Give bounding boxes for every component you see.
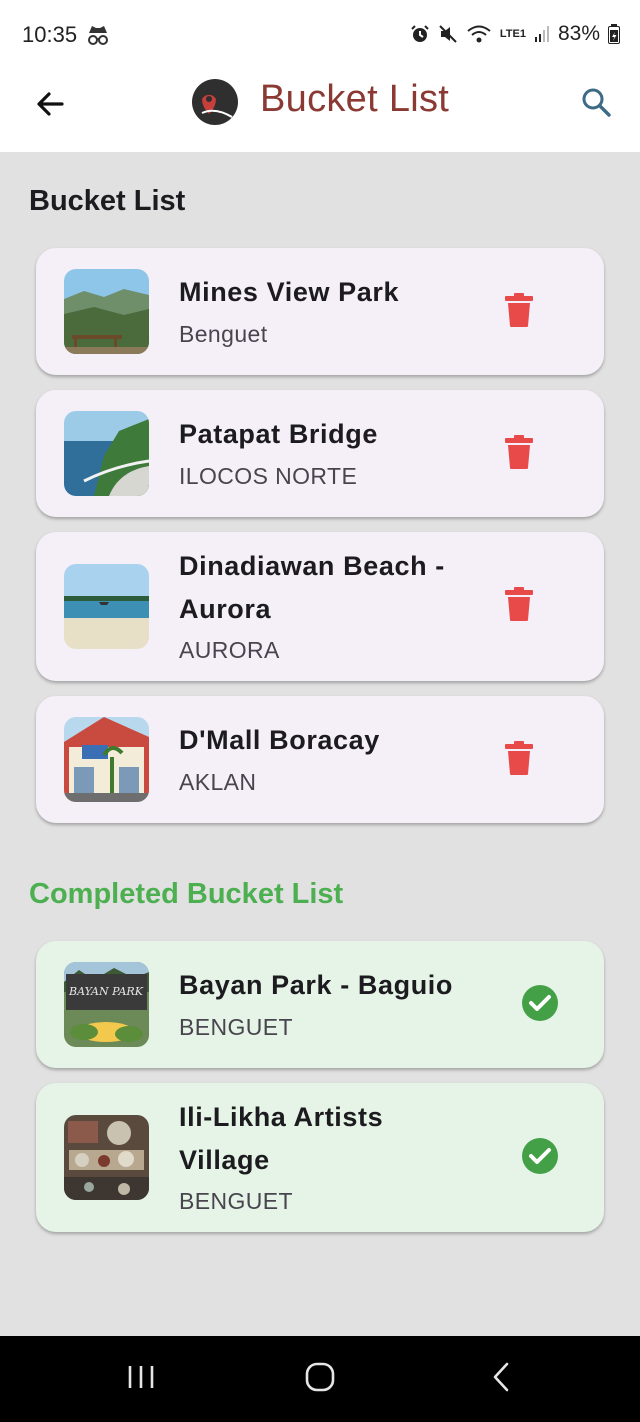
- bucket-item-card[interactable]: D'Mall Boracay AKLAN: [36, 696, 604, 823]
- search-button[interactable]: [574, 82, 618, 126]
- home-button[interactable]: [297, 1356, 343, 1402]
- place-province: Benguet: [179, 321, 268, 347]
- completed-check: [520, 1137, 560, 1180]
- place-province: ILOCOS NORTE: [179, 463, 358, 489]
- delete-button[interactable]: [499, 740, 539, 780]
- system-back-button[interactable]: [478, 1356, 524, 1402]
- trash-icon: [504, 434, 534, 475]
- coastal-bridge-thumbnail: [64, 411, 149, 496]
- status-bar: 10:35 LTE1 83%: [0, 0, 640, 66]
- place-province: BENGUET: [179, 1188, 293, 1214]
- place-name: D'Mall Boracay: [179, 725, 380, 755]
- wifi-icon: [466, 24, 492, 44]
- mountain-view-thumbnail: [64, 269, 149, 354]
- app-title: Bucket List: [260, 78, 450, 120]
- beach-thumbnail: [64, 564, 149, 649]
- delete-button[interactable]: [499, 586, 539, 626]
- trash-icon: [504, 292, 534, 333]
- bucket-item-card[interactable]: Patapat Bridge ILOCOS NORTE: [36, 390, 604, 517]
- alarm-icon: [410, 24, 430, 44]
- place-name: Mines View Park: [179, 277, 400, 307]
- trash-icon: [504, 740, 534, 781]
- completed-check: [520, 984, 560, 1027]
- park-sign-thumbnail: BAYAN PARK: [64, 962, 149, 1047]
- mall-thumbnail: [64, 717, 149, 802]
- bucket-item-card[interactable]: Dinadiawan Beach - Aurora AURORA: [36, 532, 604, 681]
- delete-button[interactable]: [499, 292, 539, 332]
- trash-icon: [504, 586, 534, 627]
- app-bar: Bucket List: [0, 66, 640, 152]
- recents-icon: [126, 1364, 156, 1395]
- place-name: Patapat Bridge: [179, 419, 378, 449]
- place-name: Dinadiawan Beach - Aurora: [179, 551, 445, 624]
- incognito-icon: [86, 24, 110, 51]
- place-name: Bayan Park - Baguio: [179, 970, 453, 1000]
- chevron-left-icon: [491, 1362, 511, 1397]
- completed-item-card[interactable]: BAYAN PARK Bayan Park - Baguio BENGUET: [36, 941, 604, 1068]
- bucket-item-card[interactable]: Mines View Park Benguet: [36, 248, 604, 375]
- signal-icon: [534, 25, 550, 43]
- park-sign-text: BAYAN PARK: [68, 985, 144, 998]
- check-circle-icon: [521, 984, 559, 1027]
- network-label: LTE1: [499, 27, 526, 40]
- completed-item-card[interactable]: Ili-Likha Artists Village BENGUET: [36, 1083, 604, 1232]
- bucket-list-heading: Bucket List: [29, 185, 186, 217]
- recent-apps-button[interactable]: [118, 1356, 164, 1402]
- search-icon: [580, 86, 612, 123]
- check-circle-icon: [521, 1137, 559, 1180]
- place-province: AKLAN: [179, 769, 257, 795]
- system-nav-bar: [0, 1336, 640, 1422]
- arrow-left-icon: [34, 88, 66, 125]
- battery-icon: [608, 24, 620, 44]
- app-logo-icon: [192, 79, 238, 125]
- battery-percent: 83%: [557, 22, 600, 45]
- place-province: AURORA: [179, 637, 280, 663]
- artists-village-thumbnail: [64, 1115, 149, 1200]
- delete-button[interactable]: [499, 434, 539, 474]
- back-button[interactable]: [28, 84, 72, 128]
- home-icon: [305, 1362, 335, 1397]
- mute-icon: [438, 24, 458, 44]
- status-time: 10:35: [22, 22, 78, 47]
- place-name: Ili-Likha Artists Village: [179, 1102, 384, 1175]
- place-province: BENGUET: [179, 1014, 293, 1040]
- completed-list-heading: Completed Bucket List: [29, 878, 344, 910]
